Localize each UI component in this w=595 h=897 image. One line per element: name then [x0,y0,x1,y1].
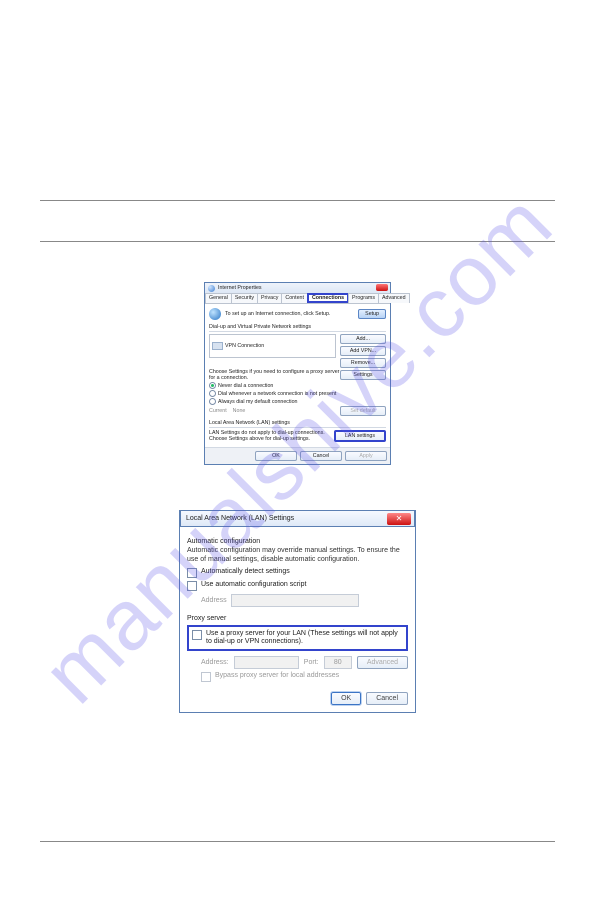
radio-when[interactable] [209,390,216,397]
window-icon [208,285,215,292]
proxy-port-input[interactable]: 80 [324,656,352,669]
tab-advanced[interactable]: Advanced [378,293,410,303]
auto-desc: Automatic configuration may override man… [187,547,408,564]
tab-content[interactable]: Content [281,293,308,303]
set-default-button[interactable]: Set default [340,406,386,416]
lan-note: LAN Settings do not apply to dial-up con… [209,430,334,442]
group-proxy-label: Proxy server [187,615,408,622]
vpn-item-label: VPN Connection [225,343,264,349]
tab-general[interactable]: General [205,293,232,303]
checkbox-bypass-label: Bypass proxy server for local addresses [215,672,339,679]
lan-settings-dialog: Local Area Network (LAN) Settings ✕ Auto… [179,510,416,713]
section-divider [40,200,555,201]
checkbox-bypass[interactable] [201,672,211,682]
tab-strip: General Security Privacy Content Connect… [205,293,390,304]
window-title: Internet Properties [218,285,262,291]
vpn-icon [212,342,223,350]
proxy-address-input[interactable] [234,656,299,669]
radio-never-label: Never dial a connection [218,383,273,389]
footer-divider [40,841,555,842]
current-value: None [233,408,246,414]
address-label: Address [201,597,227,604]
proxy-port-label: Port: [304,659,319,666]
setup-intro-text: To set up an Internet connection, click … [225,311,354,317]
remove-button[interactable]: Remove... [340,358,386,368]
cancel-button[interactable]: Cancel [366,692,408,705]
tab-programs[interactable]: Programs [348,293,379,303]
checkbox-use-proxy[interactable] [192,630,202,640]
tab-connections[interactable]: Connections [307,293,349,303]
advanced-button[interactable]: Advanced [357,656,408,669]
setup-button[interactable]: Setup [358,309,386,319]
group-auto-label: Automatic configuration [187,538,408,545]
titlebar: Internet Properties [205,283,390,293]
tab-privacy[interactable]: Privacy [257,293,282,303]
add-button[interactable]: Add... [340,334,386,344]
connections-listbox[interactable]: VPN Connection [209,334,336,358]
internet-properties-dialog: Internet Properties General Security Pri… [204,282,391,465]
radio-always-label: Always dial my default connection [218,399,298,405]
settings-note: Choose Settings if you need to configure… [209,369,340,381]
radio-always[interactable] [209,398,216,405]
radio-when-label: Dial whenever a network connection is no… [218,391,336,397]
section-divider [40,241,555,242]
globe-icon [209,308,221,320]
address-input[interactable] [231,594,359,607]
checkbox-auto-script[interactable] [187,581,197,591]
apply-button[interactable]: Apply [345,451,387,461]
titlebar: Local Area Network (LAN) Settings ✕ [180,510,415,527]
settings-button[interactable]: Settings [340,370,386,380]
checkbox-auto-script-label: Use automatic configuration script [201,581,306,588]
group-lan-label: Local Area Network (LAN) settings [209,420,386,428]
proxy-highlight-box: Use a proxy server for your LAN (These s… [187,625,408,651]
ok-button[interactable]: OK [255,451,297,461]
proxy-address-label: Address: [201,659,229,666]
radio-never[interactable] [209,382,216,389]
checkbox-auto-detect[interactable] [187,568,197,578]
add-vpn-button[interactable]: Add VPN... [340,346,386,356]
group-dialup-label: Dial-up and Virtual Private Network sett… [209,324,386,332]
checkbox-auto-detect-label: Automatically detect settings [201,568,290,575]
current-label: Current [209,408,227,414]
tab-security[interactable]: Security [231,293,258,303]
window-title: Local Area Network (LAN) Settings [186,515,294,522]
close-icon[interactable] [376,284,388,291]
close-icon[interactable]: ✕ [387,513,411,525]
cancel-button[interactable]: Cancel [300,451,342,461]
checkbox-use-proxy-label: Use a proxy server for your LAN (These s… [206,630,403,646]
lan-settings-button[interactable]: LAN settings [334,430,386,442]
ok-button[interactable]: OK [331,692,361,705]
